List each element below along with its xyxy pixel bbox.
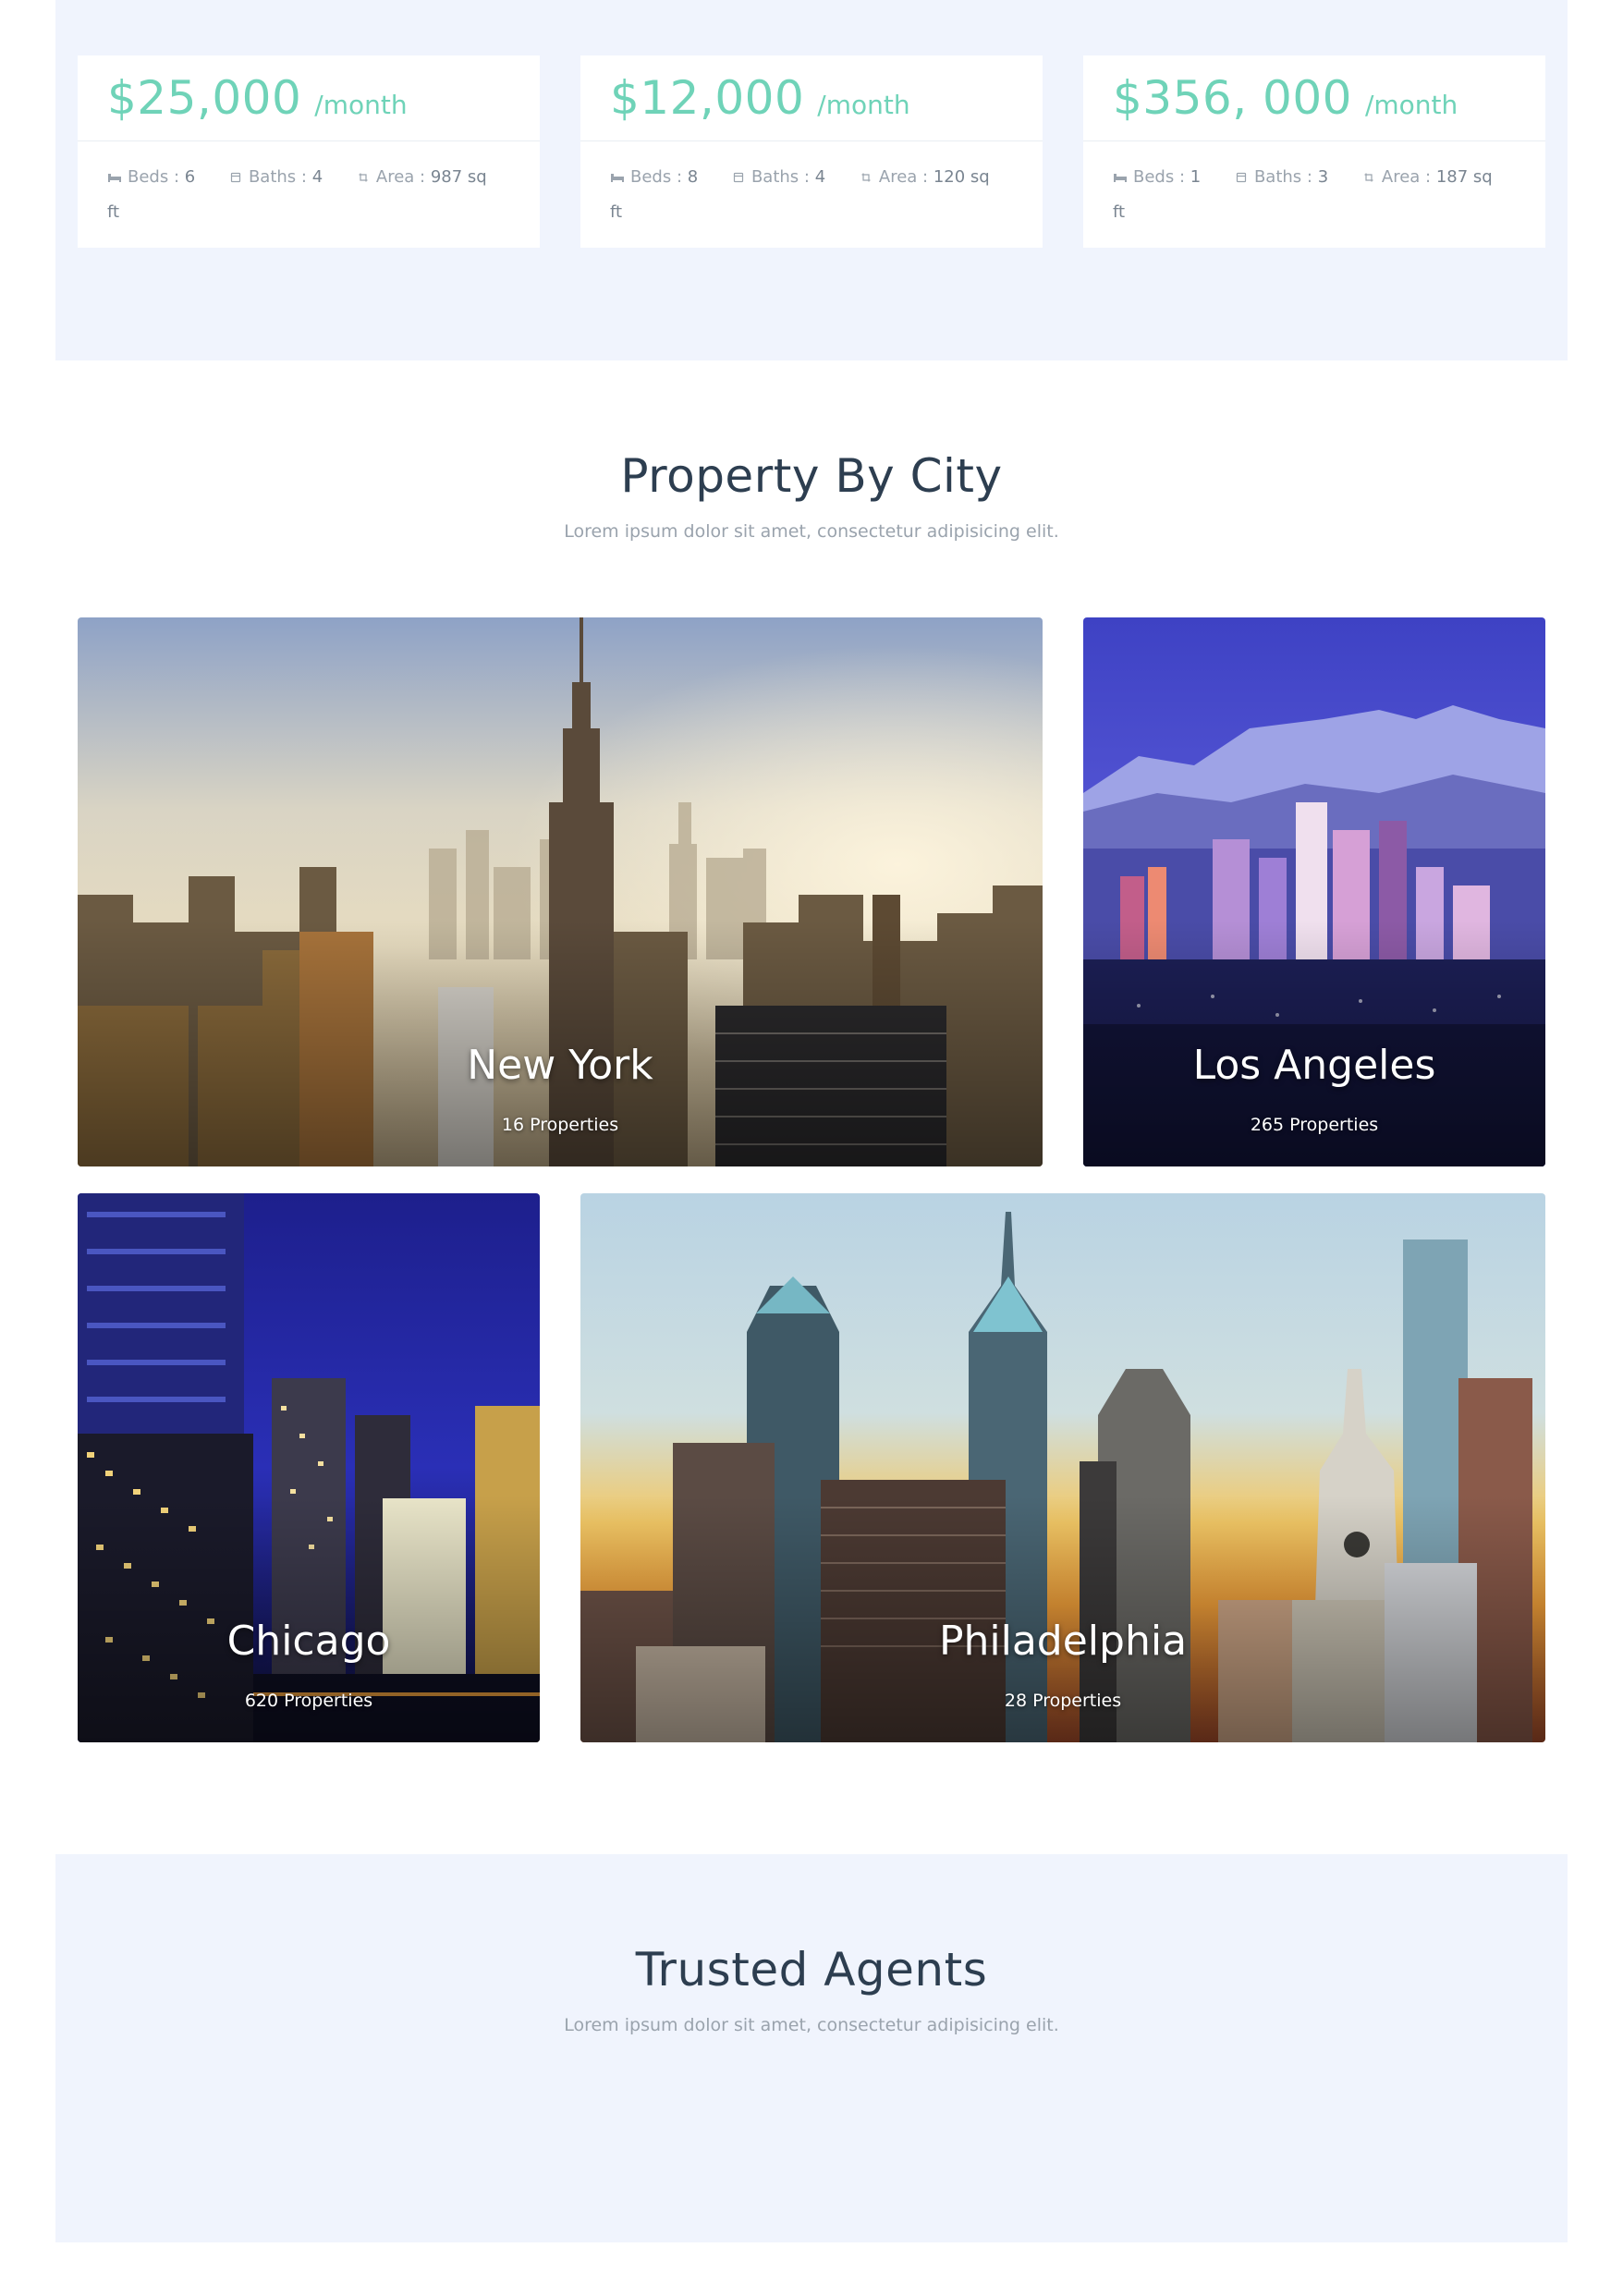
bath-icon xyxy=(230,172,241,183)
area-value: 987 sq xyxy=(430,167,487,187)
section-title-cities: Property By City xyxy=(620,449,1003,503)
bed-icon xyxy=(1114,174,1127,182)
listing-meta: Beds : 8 Baths : 4 Area : 120 sq ft xyxy=(580,141,1043,230)
area-icon xyxy=(861,173,871,182)
area-unit: ft xyxy=(1113,202,1126,222)
listing-card[interactable]: $25,000 /month Beds : 6 Baths : 4 Area :… xyxy=(78,55,540,248)
city-property-count: 265 Properties xyxy=(1250,1115,1379,1135)
city-card-new-york[interactable]: New York 16 Properties xyxy=(78,617,1043,1166)
area-icon xyxy=(1364,173,1373,182)
area-value: 187 sq xyxy=(1435,167,1493,187)
listing-meta: Beds : 1 Baths : 3 Area : 187 sq ft xyxy=(1083,141,1545,230)
city-card-los-angeles[interactable]: Los Angeles 265 Properties xyxy=(1083,617,1545,1166)
bath-icon xyxy=(733,172,744,183)
bed-icon xyxy=(108,174,121,182)
section-title-agents: Trusted Agents xyxy=(635,1943,988,1997)
area-unit: ft xyxy=(107,202,120,222)
area-unit: ft xyxy=(610,202,623,222)
area-label: Area : xyxy=(878,167,929,187)
beds-value: 8 xyxy=(687,167,699,187)
city-card-philadelphia[interactable]: Philadelphia 28 Properties xyxy=(580,1193,1545,1742)
city-property-count: 16 Properties xyxy=(501,1115,619,1135)
listing-meta: Beds : 6 Baths : 4 Area : 987 sq ft xyxy=(78,141,540,230)
price-row: $12,000 /month xyxy=(580,55,1043,141)
baths-value: 3 xyxy=(1317,167,1329,187)
city-name: Philadelphia xyxy=(938,1618,1188,1665)
beds-label: Beds : xyxy=(1133,167,1186,187)
section-subtitle-cities: Lorem ipsum dolor sit amet, consectetur … xyxy=(564,521,1059,542)
trusted-agents-band xyxy=(55,1854,1568,2242)
baths-label: Baths : xyxy=(1253,167,1312,187)
area-label: Area : xyxy=(1381,167,1432,187)
price-row: $25,000 /month xyxy=(78,55,540,141)
section-subtitle-agents: Lorem ipsum dolor sit amet, consectetur … xyxy=(564,2015,1059,2035)
city-name: Los Angeles xyxy=(1192,1042,1436,1089)
price-period: /month xyxy=(1364,90,1458,120)
area-value: 120 sq xyxy=(933,167,990,187)
baths-value: 4 xyxy=(311,167,323,187)
city-card-chicago[interactable]: Chicago 620 Properties xyxy=(78,1193,540,1742)
beds-label: Beds : xyxy=(128,167,180,187)
city-property-count: 620 Properties xyxy=(244,1691,373,1711)
price-period: /month xyxy=(817,90,910,120)
price-period: /month xyxy=(314,90,408,120)
city-property-count: 28 Properties xyxy=(1004,1691,1122,1711)
bath-icon xyxy=(1236,172,1247,183)
baths-label: Baths : xyxy=(248,167,307,187)
listing-price: $12,000 xyxy=(610,71,805,125)
beds-value: 6 xyxy=(184,167,196,187)
beds-label: Beds : xyxy=(630,167,683,187)
baths-value: 4 xyxy=(814,167,826,187)
listing-price: $25,000 xyxy=(107,71,302,125)
area-icon xyxy=(359,173,368,182)
city-name: New York xyxy=(467,1042,653,1089)
listing-card[interactable]: $356, 000 /month Beds : 1 Baths : 3 Area… xyxy=(1083,55,1545,248)
area-label: Area : xyxy=(375,167,426,187)
listing-price: $356, 000 xyxy=(1113,71,1352,125)
price-row: $356, 000 /month xyxy=(1083,55,1545,141)
listing-card[interactable]: $12,000 /month Beds : 8 Baths : 4 Area :… xyxy=(580,55,1043,248)
beds-value: 1 xyxy=(1190,167,1202,187)
baths-label: Baths : xyxy=(750,167,810,187)
city-name: Chicago xyxy=(226,1618,391,1665)
bed-icon xyxy=(611,174,624,182)
